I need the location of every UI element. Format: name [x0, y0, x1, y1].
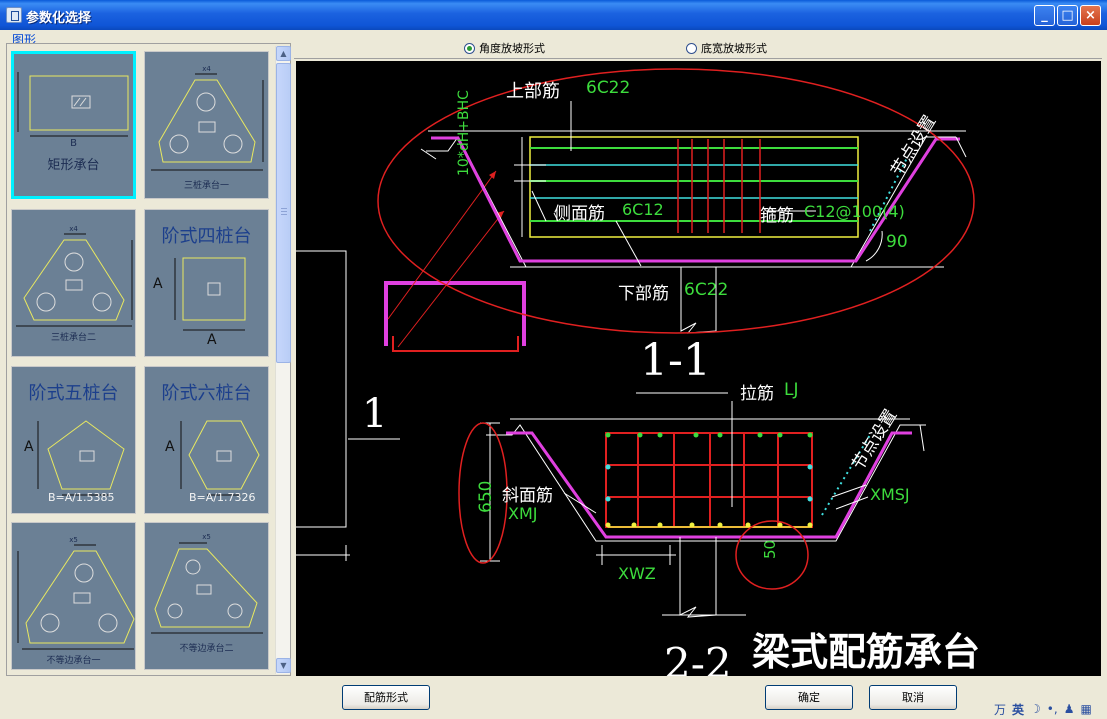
- title-bar: 参数化选择 _ □ ×: [0, 0, 1107, 30]
- tie-value: LJ: [784, 380, 799, 400]
- top-rebar-value: 6C22: [586, 78, 631, 98]
- radio-angle-slope[interactable]: 角度放坡形式: [464, 40, 545, 56]
- bottom-rebar-label: 下部筋: [618, 284, 669, 304]
- radio-width-slope-dot[interactable]: [686, 42, 697, 54]
- dim-650: 650: [476, 480, 496, 513]
- shape-thumb-rect-cap[interactable]: B 矩形承台: [11, 51, 136, 199]
- step-four-pile-title: 阶式四桩台: [161, 226, 252, 247]
- ime-toolbar: 万 英 ☽ •, ♟ ▦: [990, 699, 1107, 719]
- cad-preview-canvas: 上部筋 6C22 10*dH+BHC 侧面筋 6C12 箍筋 C12@100(4…: [296, 61, 1101, 676]
- xwz-label: XWZ: [618, 564, 656, 583]
- tie-label: 拉筋: [740, 384, 774, 404]
- xmsj-label: XMSJ: [870, 485, 910, 504]
- user-icon[interactable]: ♟: [1064, 702, 1075, 716]
- window-title: 参数化选择: [26, 11, 92, 26]
- section-1-marker: 1: [362, 391, 388, 437]
- three-pile-2-dim: x4: [69, 225, 78, 233]
- drawing-title: 梁式配筋承台: [752, 630, 981, 674]
- step-six-pile-formula: B=A/1.7326: [189, 491, 256, 504]
- rebar-form-button[interactable]: 配筋形式: [342, 685, 430, 710]
- rect-cap-caption: 矩形承台: [47, 158, 100, 173]
- step-five-pile-formula: B=A/1.5385: [48, 491, 115, 504]
- maximize-button[interactable]: □: [1057, 5, 1078, 26]
- rect-cap-dim: B: [70, 138, 77, 149]
- slope-rebar-value: XMJ: [508, 504, 538, 523]
- shape-list-panel: B 矩形承台 x4 三桩承台一 x4 三桩承台二 阶式四桩台 A A 阶式五桩台…: [6, 43, 291, 676]
- keyboard-icon[interactable]: ▦: [1080, 702, 1091, 716]
- stirrup-value: C12@100(4): [804, 202, 905, 221]
- shape-thumb-step-four-pile[interactable]: 阶式四桩台 A A: [144, 209, 269, 357]
- unequal-1-caption: 不等边承台一: [46, 656, 101, 666]
- punctuation-icon[interactable]: •,: [1047, 702, 1058, 716]
- dim-50: 50: [761, 539, 779, 559]
- shape-thumb-step-five-pile[interactable]: 阶式五桩台 A B=A/1.5385: [11, 366, 136, 514]
- step-five-pile-title: 阶式五桩台: [28, 383, 119, 404]
- scroll-up-button[interactable]: ▲: [276, 46, 291, 61]
- radio-width-slope-label: 底宽放坡形式: [701, 42, 767, 55]
- ime-logo-icon[interactable]: 万: [994, 701, 1006, 718]
- scroll-thumb[interactable]: [276, 63, 291, 363]
- shape-thumbnails: B 矩形承台 x4 三桩承台一 x4 三桩承台二 阶式四桩台 A A 阶式五桩台…: [9, 46, 273, 674]
- scroll-down-button[interactable]: ▼: [276, 658, 291, 673]
- section-2-2-label: 2-2: [664, 639, 732, 676]
- rect-cap-icon: [17, 72, 129, 137]
- step-five-pile-dim-left: A: [24, 439, 34, 455]
- unequal-cap-1-icon: [17, 544, 135, 650]
- cancel-button[interactable]: 取消: [869, 685, 957, 710]
- height-label: 10*dH+BHC: [456, 90, 472, 176]
- step-four-pile-dim-bottom: A: [207, 332, 217, 348]
- radio-angle-slope-label: 角度放坡形式: [479, 42, 545, 55]
- side-rebar-value: 6C12: [622, 200, 664, 219]
- stirrup-label: 箍筋: [760, 206, 794, 226]
- unequal-1-dim: x5: [69, 536, 78, 544]
- parametric-select-dialog: 参数化选择 _ □ × 图形 B 矩形承台 x4 三桩承台一 x4 三桩承台二 …: [0, 0, 1107, 719]
- angle-label: 90: [886, 232, 908, 252]
- side-rebar-label: 侧面筋: [554, 204, 605, 224]
- shape-thumb-unequal-1[interactable]: x5 不等边承台一: [11, 522, 136, 670]
- shape-list-scrollbar[interactable]: ▲ ▼: [275, 46, 291, 674]
- unequal-2-caption: 不等边承台二: [179, 644, 234, 654]
- section-1-1-label: 1-1: [640, 335, 711, 386]
- slope-mode-header: 角度放坡形式 底宽放坡形式: [294, 31, 1102, 59]
- ime-language[interactable]: 英: [1012, 701, 1024, 718]
- minimize-button[interactable]: _: [1034, 5, 1055, 26]
- moon-icon[interactable]: ☽: [1030, 702, 1041, 716]
- three-pile-1-caption: 三桩承台一: [183, 181, 229, 191]
- unequal-2-dim: x5: [202, 533, 211, 541]
- step-four-pile-dim-left: A: [153, 276, 163, 292]
- shape-thumb-three-pile-1[interactable]: x4 三桩承台一: [144, 51, 269, 199]
- slope-rebar-label: 斜面筋: [502, 486, 553, 506]
- radio-angle-slope-dot[interactable]: [464, 42, 475, 54]
- ok-button[interactable]: 确定: [765, 685, 853, 710]
- close-button[interactable]: ×: [1080, 5, 1101, 26]
- bottom-rebar-value: 6C22: [684, 280, 729, 300]
- shape-thumb-step-six-pile[interactable]: 阶式六桩台 A B=A/1.7326: [144, 366, 269, 514]
- app-icon: [6, 7, 22, 23]
- three-pile-2-caption: 三桩承台二: [50, 333, 96, 343]
- step-six-pile-dim-left: A: [165, 439, 175, 455]
- shape-thumb-unequal-2[interactable]: x5 不等边承台二: [144, 522, 269, 670]
- three-pile-1-dim: x4: [202, 65, 211, 73]
- step-six-pile-title: 阶式六桩台: [161, 383, 252, 404]
- shape-thumb-three-pile-2[interactable]: x4 三桩承台二: [11, 209, 136, 357]
- radio-width-slope[interactable]: 底宽放坡形式: [686, 40, 767, 56]
- top-rebar-label: 上部筋: [506, 81, 560, 102]
